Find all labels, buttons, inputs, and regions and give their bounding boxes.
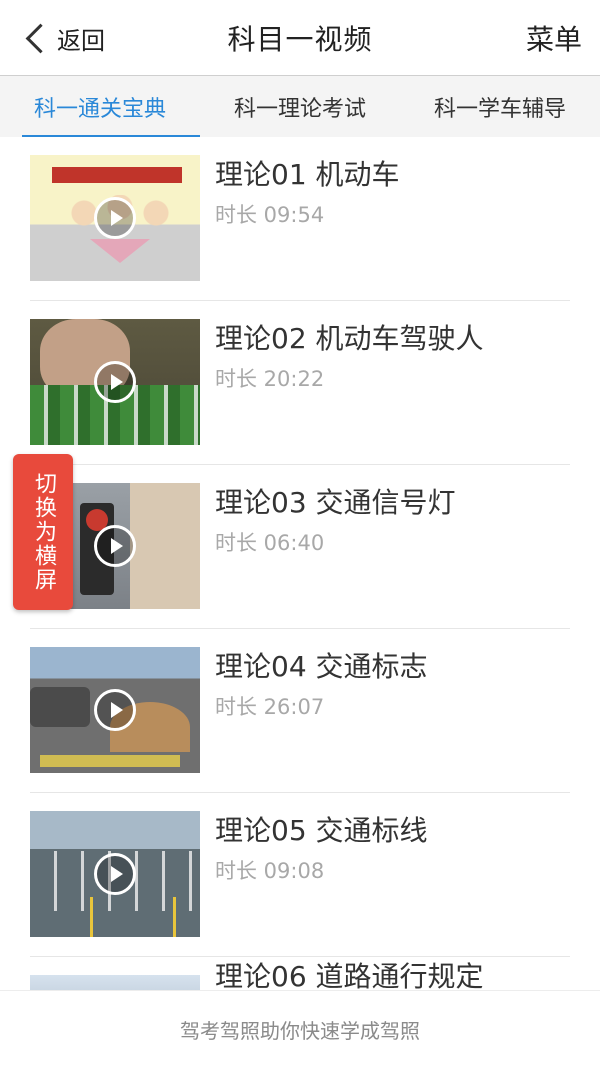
play-icon	[94, 197, 136, 239]
switch-landscape-label: 切换为横屏	[31, 472, 56, 592]
play-icon	[94, 361, 136, 403]
video-duration: 时长 09:54	[215, 203, 325, 227]
menu-button[interactable]: 菜单	[526, 18, 582, 58]
top-bar: 返回 科目一视频 菜单	[0, 0, 600, 76]
video-thumbnail	[30, 811, 200, 937]
video-item[interactable]: 理论02 机动车驾驶人 时长 20:22	[30, 301, 570, 465]
video-title: 理论05 交通标线	[215, 814, 428, 847]
video-thumbnail	[30, 647, 200, 773]
video-duration: 时长 09:08	[215, 859, 325, 883]
tab-tongguan-baodian[interactable]: 科一通关宝典	[0, 76, 200, 137]
video-item[interactable]: 理论05 交通标线 时长 09:08	[30, 793, 570, 957]
footer-banner: 驾考驾照助你快速学成驾照	[0, 990, 600, 1068]
video-item[interactable]: 理论03 交通信号灯 时长 06:40	[30, 465, 570, 629]
video-item[interactable]: 理论04 交通标志 时长 26:07	[30, 629, 570, 793]
video-title: 理论04 交通标志	[215, 650, 428, 683]
tab-xueche-fudao[interactable]: 科一学车辅导	[400, 76, 600, 137]
video-duration: 时长 26:07	[215, 695, 325, 719]
video-title: 理论03 交通信号灯	[215, 486, 456, 519]
video-title: 理论02 机动车驾驶人	[215, 322, 484, 355]
video-thumbnail	[30, 155, 200, 281]
play-icon	[94, 689, 136, 731]
video-duration: 时长 20:22	[215, 367, 325, 391]
video-title: 理论01 机动车	[215, 158, 400, 191]
video-title: 理论06 道路通行规定	[215, 960, 484, 993]
tab-bar: 科一通关宝典 科一理论考试 科一学车辅导	[0, 76, 600, 137]
play-icon	[94, 525, 136, 567]
play-icon	[94, 853, 136, 895]
footer-text: 驾考驾照助你快速学成驾照	[180, 1019, 420, 1043]
switch-landscape-button[interactable]: 切换为横屏	[13, 454, 73, 610]
video-duration: 时长 06:40	[215, 531, 325, 555]
video-item[interactable]: 理论01 机动车 时长 09:54	[30, 137, 570, 301]
page-title: 科目一视频	[227, 23, 373, 56]
video-thumbnail	[30, 319, 200, 445]
tab-lilun-kaoshi[interactable]: 科一理论考试	[200, 76, 400, 137]
video-list: 理论01 机动车 时长 09:54 理论02 机动车驾驶人 时长 20:22 理…	[0, 137, 600, 1017]
